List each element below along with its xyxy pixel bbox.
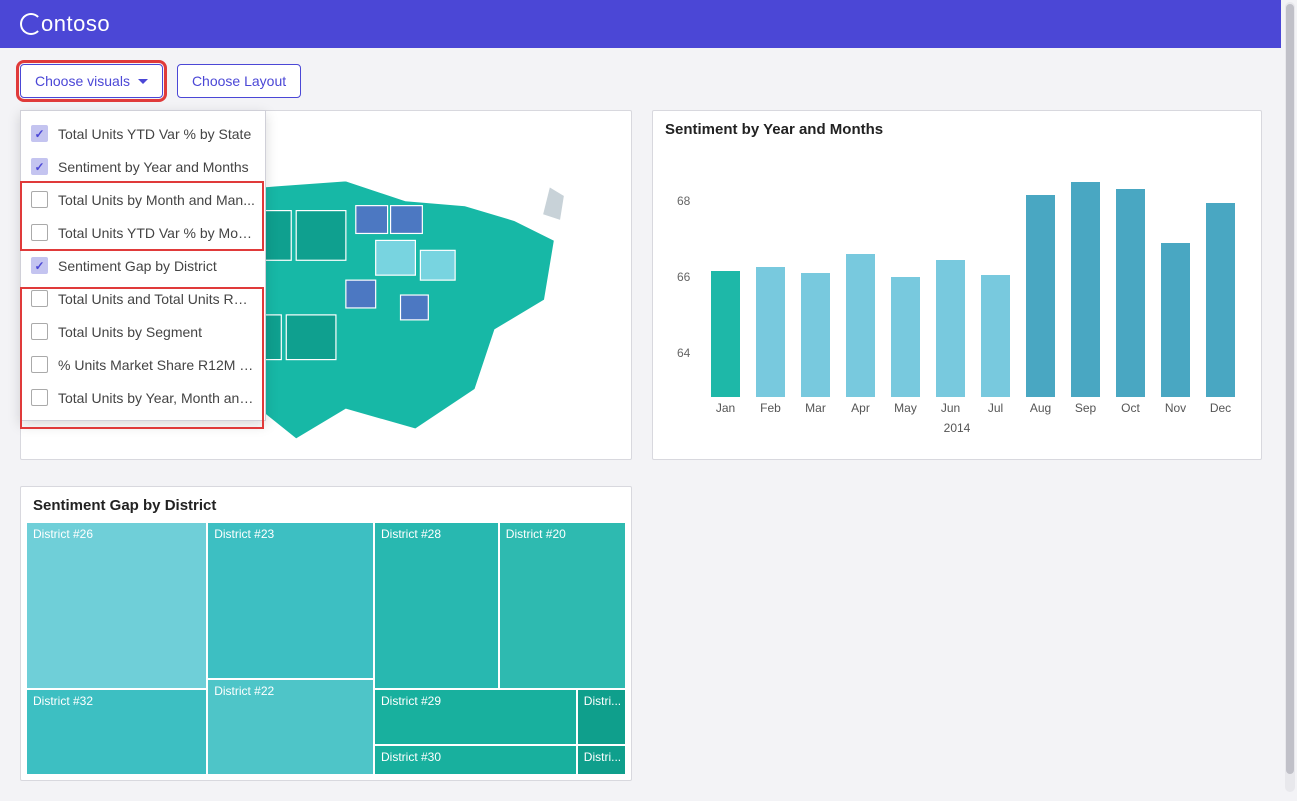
bar-Aug[interactable]: [1026, 195, 1056, 397]
treemap-cell[interactable]: District #32: [27, 690, 206, 774]
dropdown-item-label: Total Units YTD Var % by State: [58, 126, 255, 142]
scrollbar-thumb[interactable]: [1286, 4, 1294, 774]
treemap-cell[interactable]: Distri...: [578, 746, 625, 774]
chevron-down-icon: [138, 79, 148, 84]
dropdown-item-label: Total Units by Year, Month and...: [58, 390, 255, 406]
bar-Jun[interactable]: [936, 260, 966, 397]
bar-plot-area: [703, 155, 1243, 397]
dropdown-item-0[interactable]: Total Units YTD Var % by State: [21, 117, 265, 150]
checkbox-icon: [31, 290, 48, 307]
bar-Feb[interactable]: [756, 267, 786, 397]
checkbox-icon: [31, 224, 48, 241]
treemap-cell[interactable]: District #29: [375, 690, 576, 744]
brand-logo: ontoso: [20, 11, 110, 37]
dropdown-item-label: Sentiment by Year and Months: [58, 159, 255, 175]
choose-layout-label: Choose Layout: [192, 73, 286, 89]
dropdown-item-label: Total Units YTD Var % by Mont...: [58, 225, 255, 241]
bar-Nov[interactable]: [1161, 243, 1191, 397]
x-label: Oct: [1121, 401, 1140, 415]
dropdown-item-4[interactable]: Sentiment Gap by District: [21, 249, 265, 282]
treemap-cell[interactable]: District #28: [375, 523, 498, 688]
choose-visuals-button[interactable]: Choose visuals: [20, 64, 163, 98]
dropdown-item-8[interactable]: Total Units by Year, Month and...: [21, 381, 265, 414]
x-label: Nov: [1165, 401, 1186, 415]
treemap-cell[interactable]: District #26: [27, 523, 206, 688]
choose-layout-button[interactable]: Choose Layout: [177, 64, 301, 98]
x-label: Jan: [716, 401, 735, 415]
treemap-cell[interactable]: District #30: [375, 746, 576, 774]
choose-visuals-label: Choose visuals: [35, 73, 130, 89]
brand-text: ontoso: [41, 11, 110, 37]
x-label: Jun: [941, 401, 960, 415]
bar-Jul[interactable]: [981, 275, 1011, 397]
checkbox-icon: [31, 158, 48, 175]
treemap-cell[interactable]: District #23: [208, 523, 373, 678]
logo-icon: [20, 13, 42, 35]
dropdown-item-label: Total Units by Month and Man...: [58, 192, 255, 208]
bar-Apr[interactable]: [846, 254, 876, 397]
vertical-scrollbar[interactable]: [1285, 2, 1295, 792]
checkbox-icon: [31, 191, 48, 208]
dropdown-item-3[interactable]: Total Units YTD Var % by Mont...: [21, 216, 265, 249]
sentiment-gap-card: Sentiment Gap by District District #26Di…: [20, 486, 632, 781]
x-label: Feb: [760, 401, 781, 415]
x-label: May: [894, 401, 917, 415]
y-tick: 68: [677, 194, 690, 208]
treemap-cell[interactable]: Distri...: [578, 690, 625, 744]
x-label: Jul: [988, 401, 1003, 415]
dropdown-item-label: Sentiment Gap by District: [58, 258, 255, 274]
treemap-cell[interactable]: District #22: [208, 680, 373, 774]
checkbox-icon: [31, 356, 48, 373]
card-title: Sentiment by Year and Months: [653, 111, 1261, 144]
checkbox-icon: [31, 323, 48, 340]
treemap-area[interactable]: District #26District #32District #23Dist…: [27, 523, 625, 774]
checkbox-icon: [31, 257, 48, 274]
bar-chart[interactable]: 64 66 68 Jan Feb Mar Apr May Jun Jul Aug Sep Oct Nov…: [663, 147, 1251, 449]
dropdown-item-5[interactable]: Total Units and Total Units R12...: [21, 282, 265, 315]
x-label: Sep: [1075, 401, 1096, 415]
header-bar: ontoso: [0, 0, 1281, 48]
y-tick: 64: [677, 346, 690, 360]
checkbox-icon: [31, 389, 48, 406]
dropdown-item-label: Total Units by Segment: [58, 324, 255, 340]
checkbox-icon: [31, 125, 48, 142]
bar-Mar[interactable]: [801, 273, 831, 397]
dropdown-item-2[interactable]: Total Units by Month and Man...: [21, 183, 265, 216]
dropdown-item-1[interactable]: Sentiment by Year and Months: [21, 150, 265, 183]
dropdown-item-label: % Units Market Share R12M a...: [58, 357, 255, 373]
bar-Jan[interactable]: [711, 271, 741, 397]
x-label: Aug: [1030, 401, 1051, 415]
bar-May[interactable]: [891, 277, 921, 397]
card-title: Sentiment Gap by District: [21, 487, 631, 520]
x-label: Dec: [1210, 401, 1231, 415]
dropdown-item-7[interactable]: % Units Market Share R12M a...: [21, 348, 265, 381]
toolbar: Choose visuals Choose Layout Total Units…: [0, 48, 1297, 110]
bar-Oct[interactable]: [1116, 189, 1146, 397]
dropdown-item-6[interactable]: Total Units by Segment: [21, 315, 265, 348]
visuals-dropdown: Total Units YTD Var % by State Sentiment …: [20, 110, 266, 421]
x-label: Mar: [805, 401, 826, 415]
bar-Dec[interactable]: [1206, 203, 1236, 397]
x-label: Apr: [851, 401, 870, 415]
sentiment-bar-card: Sentiment by Year and Months 64 66 68 Jan F…: [652, 110, 1262, 460]
app-root: ontoso Choose visuals Choose Layout Tota…: [0, 0, 1297, 799]
dropdown-item-label: Total Units and Total Units R12...: [58, 291, 255, 307]
treemap-cell[interactable]: District #20: [500, 523, 625, 688]
y-tick: 66: [677, 270, 690, 284]
bar-Sep[interactable]: [1071, 182, 1101, 397]
bar-year-label: 2014: [944, 421, 971, 435]
